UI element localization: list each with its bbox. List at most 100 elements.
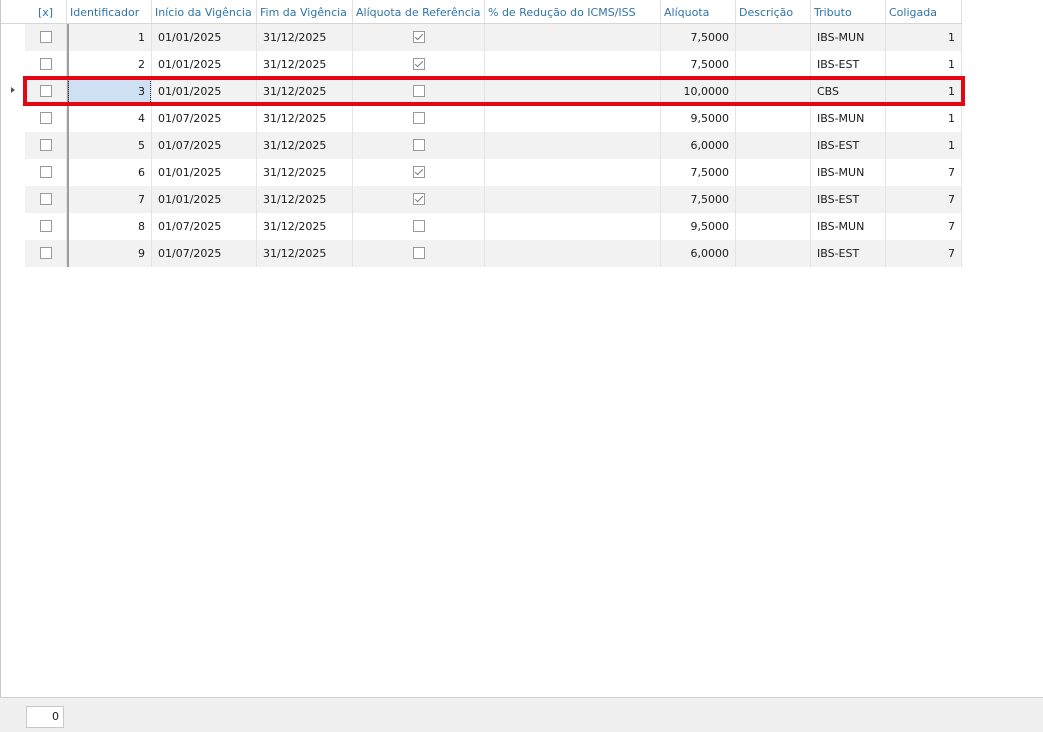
referencia-checkbox[interactable] (412, 166, 425, 178)
referencia-checkbox[interactable] (412, 139, 425, 151)
cell-aliquota[interactable]: 9,5000 (661, 105, 736, 132)
cell-reducao-icms-iss[interactable] (485, 132, 661, 159)
referencia-checkbox[interactable] (412, 112, 425, 124)
row-select-checkbox[interactable] (39, 58, 52, 70)
cell-descricao[interactable] (736, 240, 811, 267)
table-row[interactable]: 8 01/07/2025 31/12/2025 9,5000 IBS-MUN 7 (1, 213, 962, 240)
cell-inicio-vigencia[interactable]: 01/07/2025 (152, 213, 257, 240)
cell-aliquota[interactable]: 6,0000 (661, 240, 736, 267)
cell-tributo[interactable]: CBS (811, 78, 886, 105)
cell-coligada[interactable]: 7 (886, 186, 962, 213)
cell-tributo[interactable]: IBS-EST (811, 186, 886, 213)
cell-identificador[interactable]: 6 (67, 159, 152, 186)
cell-identificador[interactable]: 2 (67, 51, 152, 78)
cell-identificador[interactable]: 7 (67, 186, 152, 213)
table-row[interactable]: 2 01/01/2025 31/12/2025 7,5000 IBS-EST 1 (1, 51, 962, 78)
cell-coligada[interactable]: 1 (886, 78, 962, 105)
cell-tributo[interactable]: IBS-EST (811, 51, 886, 78)
cell-reducao-icms-iss[interactable] (485, 24, 661, 51)
cell-reducao-icms-iss[interactable] (485, 78, 661, 105)
cell-reducao-icms-iss[interactable] (485, 186, 661, 213)
cell-inicio-vigencia[interactable]: 01/07/2025 (152, 240, 257, 267)
cell-inicio-vigencia[interactable]: 01/01/2025 (152, 24, 257, 51)
cell-coligada[interactable]: 1 (886, 24, 962, 51)
cell-descricao[interactable] (736, 105, 811, 132)
cell-reducao-icms-iss[interactable] (485, 51, 661, 78)
table-row[interactable]: 3 01/01/2025 31/12/2025 10,0000 CBS 1 (1, 78, 962, 105)
column-header-aliquota-referencia[interactable]: Alíquota de Referência (353, 0, 485, 23)
cell-reducao-icms-iss[interactable] (485, 159, 661, 186)
table-row[interactable]: 5 01/07/2025 31/12/2025 6,0000 IBS-EST 1 (1, 132, 962, 159)
column-header-reducao-icms-iss[interactable]: % de Redução do ICMS/ISS (485, 0, 661, 23)
cell-descricao[interactable] (736, 132, 811, 159)
column-header-fim-vigencia[interactable]: Fim da Vigência (257, 0, 353, 23)
cell-fim-vigencia[interactable]: 31/12/2025 (257, 186, 353, 213)
column-header-tributo[interactable]: Tributo (811, 0, 886, 23)
cell-coligada[interactable]: 1 (886, 51, 962, 78)
column-header-select[interactable]: [x] (25, 0, 67, 23)
cell-inicio-vigencia[interactable]: 01/01/2025 (152, 78, 257, 105)
cell-aliquota[interactable]: 9,5000 (661, 213, 736, 240)
column-header-inicio-vigencia[interactable]: Início da Vigência (152, 0, 257, 23)
cell-tributo[interactable]: IBS-MUN (811, 105, 886, 132)
referencia-checkbox[interactable] (412, 220, 425, 232)
cell-coligada[interactable]: 7 (886, 240, 962, 267)
selected-count-field[interactable]: 0 (26, 706, 64, 728)
cell-reducao-icms-iss[interactable] (485, 105, 661, 132)
cell-fim-vigencia[interactable]: 31/12/2025 (257, 159, 353, 186)
cell-identificador[interactable]: 8 (67, 213, 152, 240)
cell-coligada[interactable]: 1 (886, 132, 962, 159)
cell-fim-vigencia[interactable]: 31/12/2025 (257, 51, 353, 78)
cell-descricao[interactable] (736, 186, 811, 213)
cell-fim-vigencia[interactable]: 31/12/2025 (257, 240, 353, 267)
cell-descricao[interactable] (736, 24, 811, 51)
cell-tributo[interactable]: IBS-EST (811, 240, 886, 267)
cell-fim-vigencia[interactable]: 31/12/2025 (257, 213, 353, 240)
row-select-checkbox[interactable] (39, 193, 52, 205)
column-header-identificador[interactable]: Identificador (67, 0, 152, 23)
cell-identificador[interactable]: 9 (67, 240, 152, 267)
cell-aliquota[interactable]: 6,0000 (661, 132, 736, 159)
cell-descricao[interactable] (736, 51, 811, 78)
cell-descricao[interactable] (736, 159, 811, 186)
cell-tributo[interactable]: IBS-MUN (811, 213, 886, 240)
row-select-checkbox[interactable] (39, 247, 52, 259)
row-select-checkbox[interactable] (39, 112, 52, 124)
cell-inicio-vigencia[interactable]: 01/01/2025 (152, 159, 257, 186)
cell-descricao[interactable] (736, 78, 811, 105)
referencia-checkbox[interactable] (412, 193, 425, 205)
cell-aliquota[interactable]: 7,5000 (661, 24, 736, 51)
cell-tributo[interactable]: IBS-MUN (811, 159, 886, 186)
table-row[interactable]: 6 01/01/2025 31/12/2025 7,5000 IBS-MUN 7 (1, 159, 962, 186)
table-row[interactable]: 9 01/07/2025 31/12/2025 6,0000 IBS-EST 7 (1, 240, 962, 267)
cell-tributo[interactable]: IBS-EST (811, 132, 886, 159)
cell-fim-vigencia[interactable]: 31/12/2025 (257, 132, 353, 159)
referencia-checkbox[interactable] (412, 85, 425, 97)
column-header-coligada[interactable]: Coligada (886, 0, 962, 23)
column-header-descricao[interactable]: Descrição (736, 0, 811, 23)
cell-inicio-vigencia[interactable]: 01/07/2025 (152, 132, 257, 159)
cell-coligada[interactable]: 7 (886, 213, 962, 240)
cell-inicio-vigencia[interactable]: 01/01/2025 (152, 186, 257, 213)
row-select-checkbox[interactable] (39, 166, 52, 178)
cell-identificador[interactable]: 4 (67, 105, 152, 132)
table-row[interactable]: 4 01/07/2025 31/12/2025 9,5000 IBS-MUN 1 (1, 105, 962, 132)
cell-coligada[interactable]: 1 (886, 105, 962, 132)
cell-identificador[interactable]: 5 (67, 132, 152, 159)
column-header-aliquota[interactable]: Alíquota (661, 0, 736, 23)
cell-inicio-vigencia[interactable]: 01/01/2025 (152, 51, 257, 78)
cell-aliquota[interactable]: 10,0000 (661, 78, 736, 105)
row-select-checkbox[interactable] (39, 139, 52, 151)
row-select-checkbox[interactable] (39, 220, 52, 232)
row-select-checkbox[interactable] (39, 85, 52, 97)
cell-inicio-vigencia[interactable]: 01/07/2025 (152, 105, 257, 132)
cell-identificador[interactable]: 1 (67, 24, 152, 51)
cell-aliquota[interactable]: 7,5000 (661, 51, 736, 78)
cell-reducao-icms-iss[interactable] (485, 240, 661, 267)
table-row[interactable]: 1 01/01/2025 31/12/2025 7,5000 IBS-MUN 1 (1, 24, 962, 51)
cell-tributo[interactable]: IBS-MUN (811, 24, 886, 51)
cell-reducao-icms-iss[interactable] (485, 213, 661, 240)
cell-aliquota[interactable]: 7,5000 (661, 159, 736, 186)
data-grid[interactable]: [x] Identificador Início da Vigência Fim da… (0, 0, 1043, 697)
row-select-checkbox[interactable] (39, 31, 52, 43)
